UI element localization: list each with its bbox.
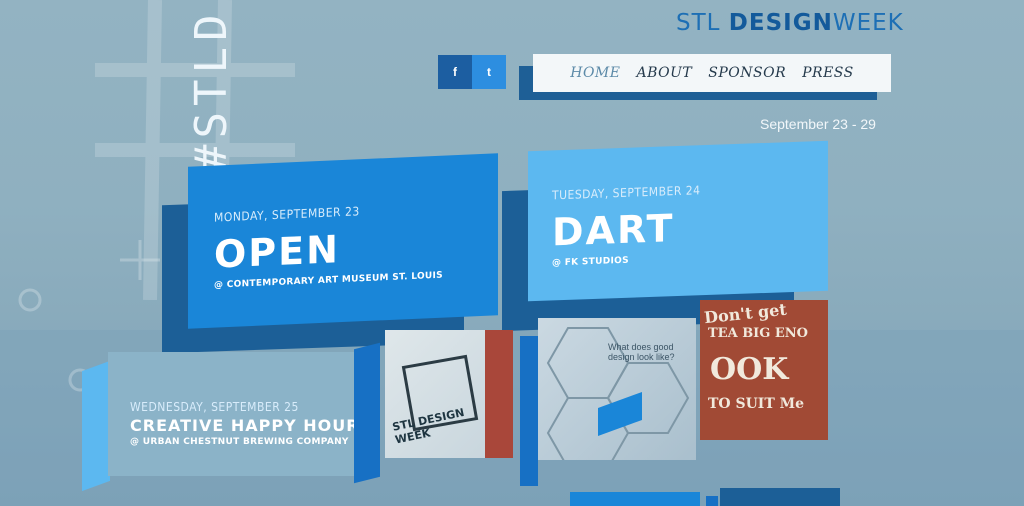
partial-tile: [720, 488, 840, 506]
tile-edge: [520, 336, 538, 486]
card-edge: [82, 360, 110, 492]
hex-pattern: [546, 327, 690, 460]
facebook-icon: f: [453, 65, 457, 79]
tile-word: Don't get: [703, 300, 788, 328]
nav-about[interactable]: ABOUT: [636, 65, 692, 81]
event-day: MONDAY, SEPTEMBER 23: [214, 204, 360, 225]
logo-text-1: STL: [676, 10, 729, 36]
event-title: OPEN: [214, 227, 340, 277]
main-nav: HOME ABOUT SPONSOR PRESS: [533, 54, 891, 92]
site-logo[interactable]: STL DESIGNWEEK: [676, 10, 904, 36]
event-card-monday[interactable]: MONDAY, SEPTEMBER 23 OPEN @ CONTEMPORARY…: [188, 153, 498, 329]
facebook-button[interactable]: f: [438, 55, 472, 89]
card-edge: [354, 342, 380, 484]
event-day: WEDNESDAY, SEPTEMBER 25: [130, 400, 299, 414]
photo-tile-design-week[interactable]: STL DESIGN WEEK: [385, 330, 513, 458]
event-dates: September 23 - 29: [760, 116, 876, 132]
twitter-button[interactable]: t: [472, 55, 506, 89]
tile-word: OOK: [710, 352, 789, 387]
logo-text-bold: DESIGN: [728, 10, 833, 36]
vertical-hashtag: #STLD: [186, 8, 237, 171]
tile-word: TO SUIT Me: [708, 396, 805, 412]
tile-text: What does good design look like?: [608, 342, 675, 362]
event-title: CREATIVE HAPPY HOUR: [130, 416, 360, 435]
event-venue: @ FK STUDIOS: [552, 255, 629, 269]
photo-tile-typography[interactable]: Don't get TEA BIG ENO OOK TO SUIT Me: [700, 300, 828, 440]
event-venue: @ URBAN CHESTNUT BREWING COMPANY: [130, 437, 349, 447]
event-card-tuesday[interactable]: TUESDAY, SEPTEMBER 24 DART @ FK STUDIOS: [528, 140, 828, 302]
nav-home[interactable]: HOME: [570, 65, 620, 81]
event-title: DART: [552, 206, 675, 255]
nav-press[interactable]: PRESS: [802, 65, 854, 81]
tile-graphic: [485, 330, 513, 458]
partial-tile: [706, 496, 718, 506]
event-card-wednesday[interactable]: WEDNESDAY, SEPTEMBER 25 CREATIVE HAPPY H…: [108, 352, 360, 476]
photo-tile-good-design[interactable]: What does good design look like?: [538, 318, 696, 460]
partial-tile: [570, 492, 700, 506]
twitter-icon: t: [487, 65, 491, 79]
tile-word: TEA BIG ENO: [708, 326, 809, 341]
logo-text-2: WEEK: [832, 10, 904, 36]
nav-sponsor[interactable]: SPONSOR: [708, 65, 786, 81]
event-day: TUESDAY, SEPTEMBER 24: [552, 183, 701, 203]
